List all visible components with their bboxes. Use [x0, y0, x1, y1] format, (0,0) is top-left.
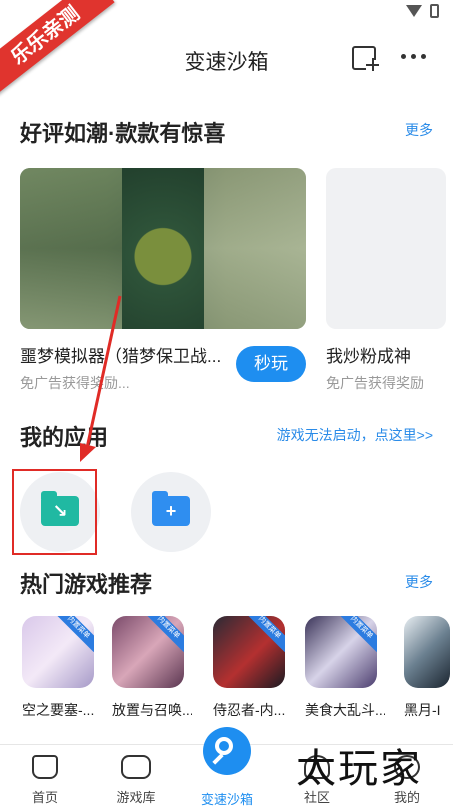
menu-ribbon: 内置菜单 [143, 616, 184, 653]
menu-ribbon: 内置菜单 [53, 616, 94, 653]
game-name: 黑月-I [404, 702, 441, 718]
game-name: 侍忍者-内... [213, 702, 286, 718]
game-icon: 内置菜单 [112, 616, 184, 688]
hot-games-title: 热门游戏推荐 [20, 572, 153, 597]
nav-label: 游戏库 [116, 790, 156, 805]
nav-label-active[interactable]: 变速沙箱 [195, 789, 259, 807]
game-name: 放置与召唤... [112, 702, 192, 718]
game-name: 空之要塞-... [22, 702, 95, 718]
game-icon: 内置菜单 [22, 616, 94, 688]
game-item[interactable]: 内置菜单 美食大乱斗... [305, 616, 385, 720]
hot-games-more-link[interactable]: 更多 [405, 572, 433, 592]
nav-home[interactable]: 首页 [15, 755, 75, 806]
site-watermark: 太玩家 [296, 746, 422, 792]
nav-label: 首页 [31, 790, 58, 805]
gamepad-icon [121, 755, 151, 779]
game-item[interactable]: 内置菜单 空之要塞-... [22, 616, 102, 720]
game-name: 美食大乱斗... [305, 702, 385, 718]
menu-ribbon: 内置菜单 [244, 616, 285, 653]
home-icon [32, 755, 58, 779]
game-icon: 内置菜单 [305, 616, 377, 688]
game-item[interactable]: 内置菜单 放置与召唤... [112, 616, 192, 720]
game-icon: 内置菜单 [213, 616, 285, 688]
game-item[interactable]: 内置菜单 侍忍者-内... [213, 616, 293, 720]
key-icon [215, 737, 233, 755]
game-item[interactable]: 黑月-I [404, 616, 450, 720]
nav-game-library[interactable]: 游戏库 [106, 755, 166, 806]
nav-sandbox[interactable] [203, 727, 251, 775]
game-icon [404, 616, 450, 688]
menu-ribbon: 内置菜单 [336, 616, 377, 653]
